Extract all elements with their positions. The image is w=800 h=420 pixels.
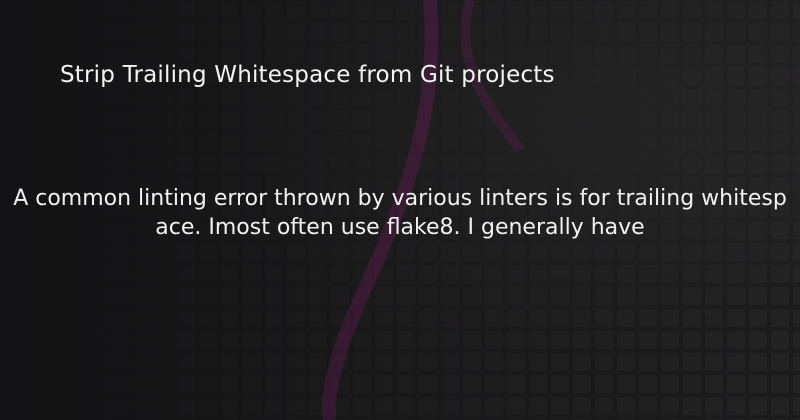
og-card: Strip Trailing Whitespace from Git proje… — [0, 0, 800, 420]
post-excerpt: A common linting error thrown by various… — [13, 186, 787, 240]
post-title: Strip Trailing Whitespace from Git proje… — [60, 62, 555, 88]
